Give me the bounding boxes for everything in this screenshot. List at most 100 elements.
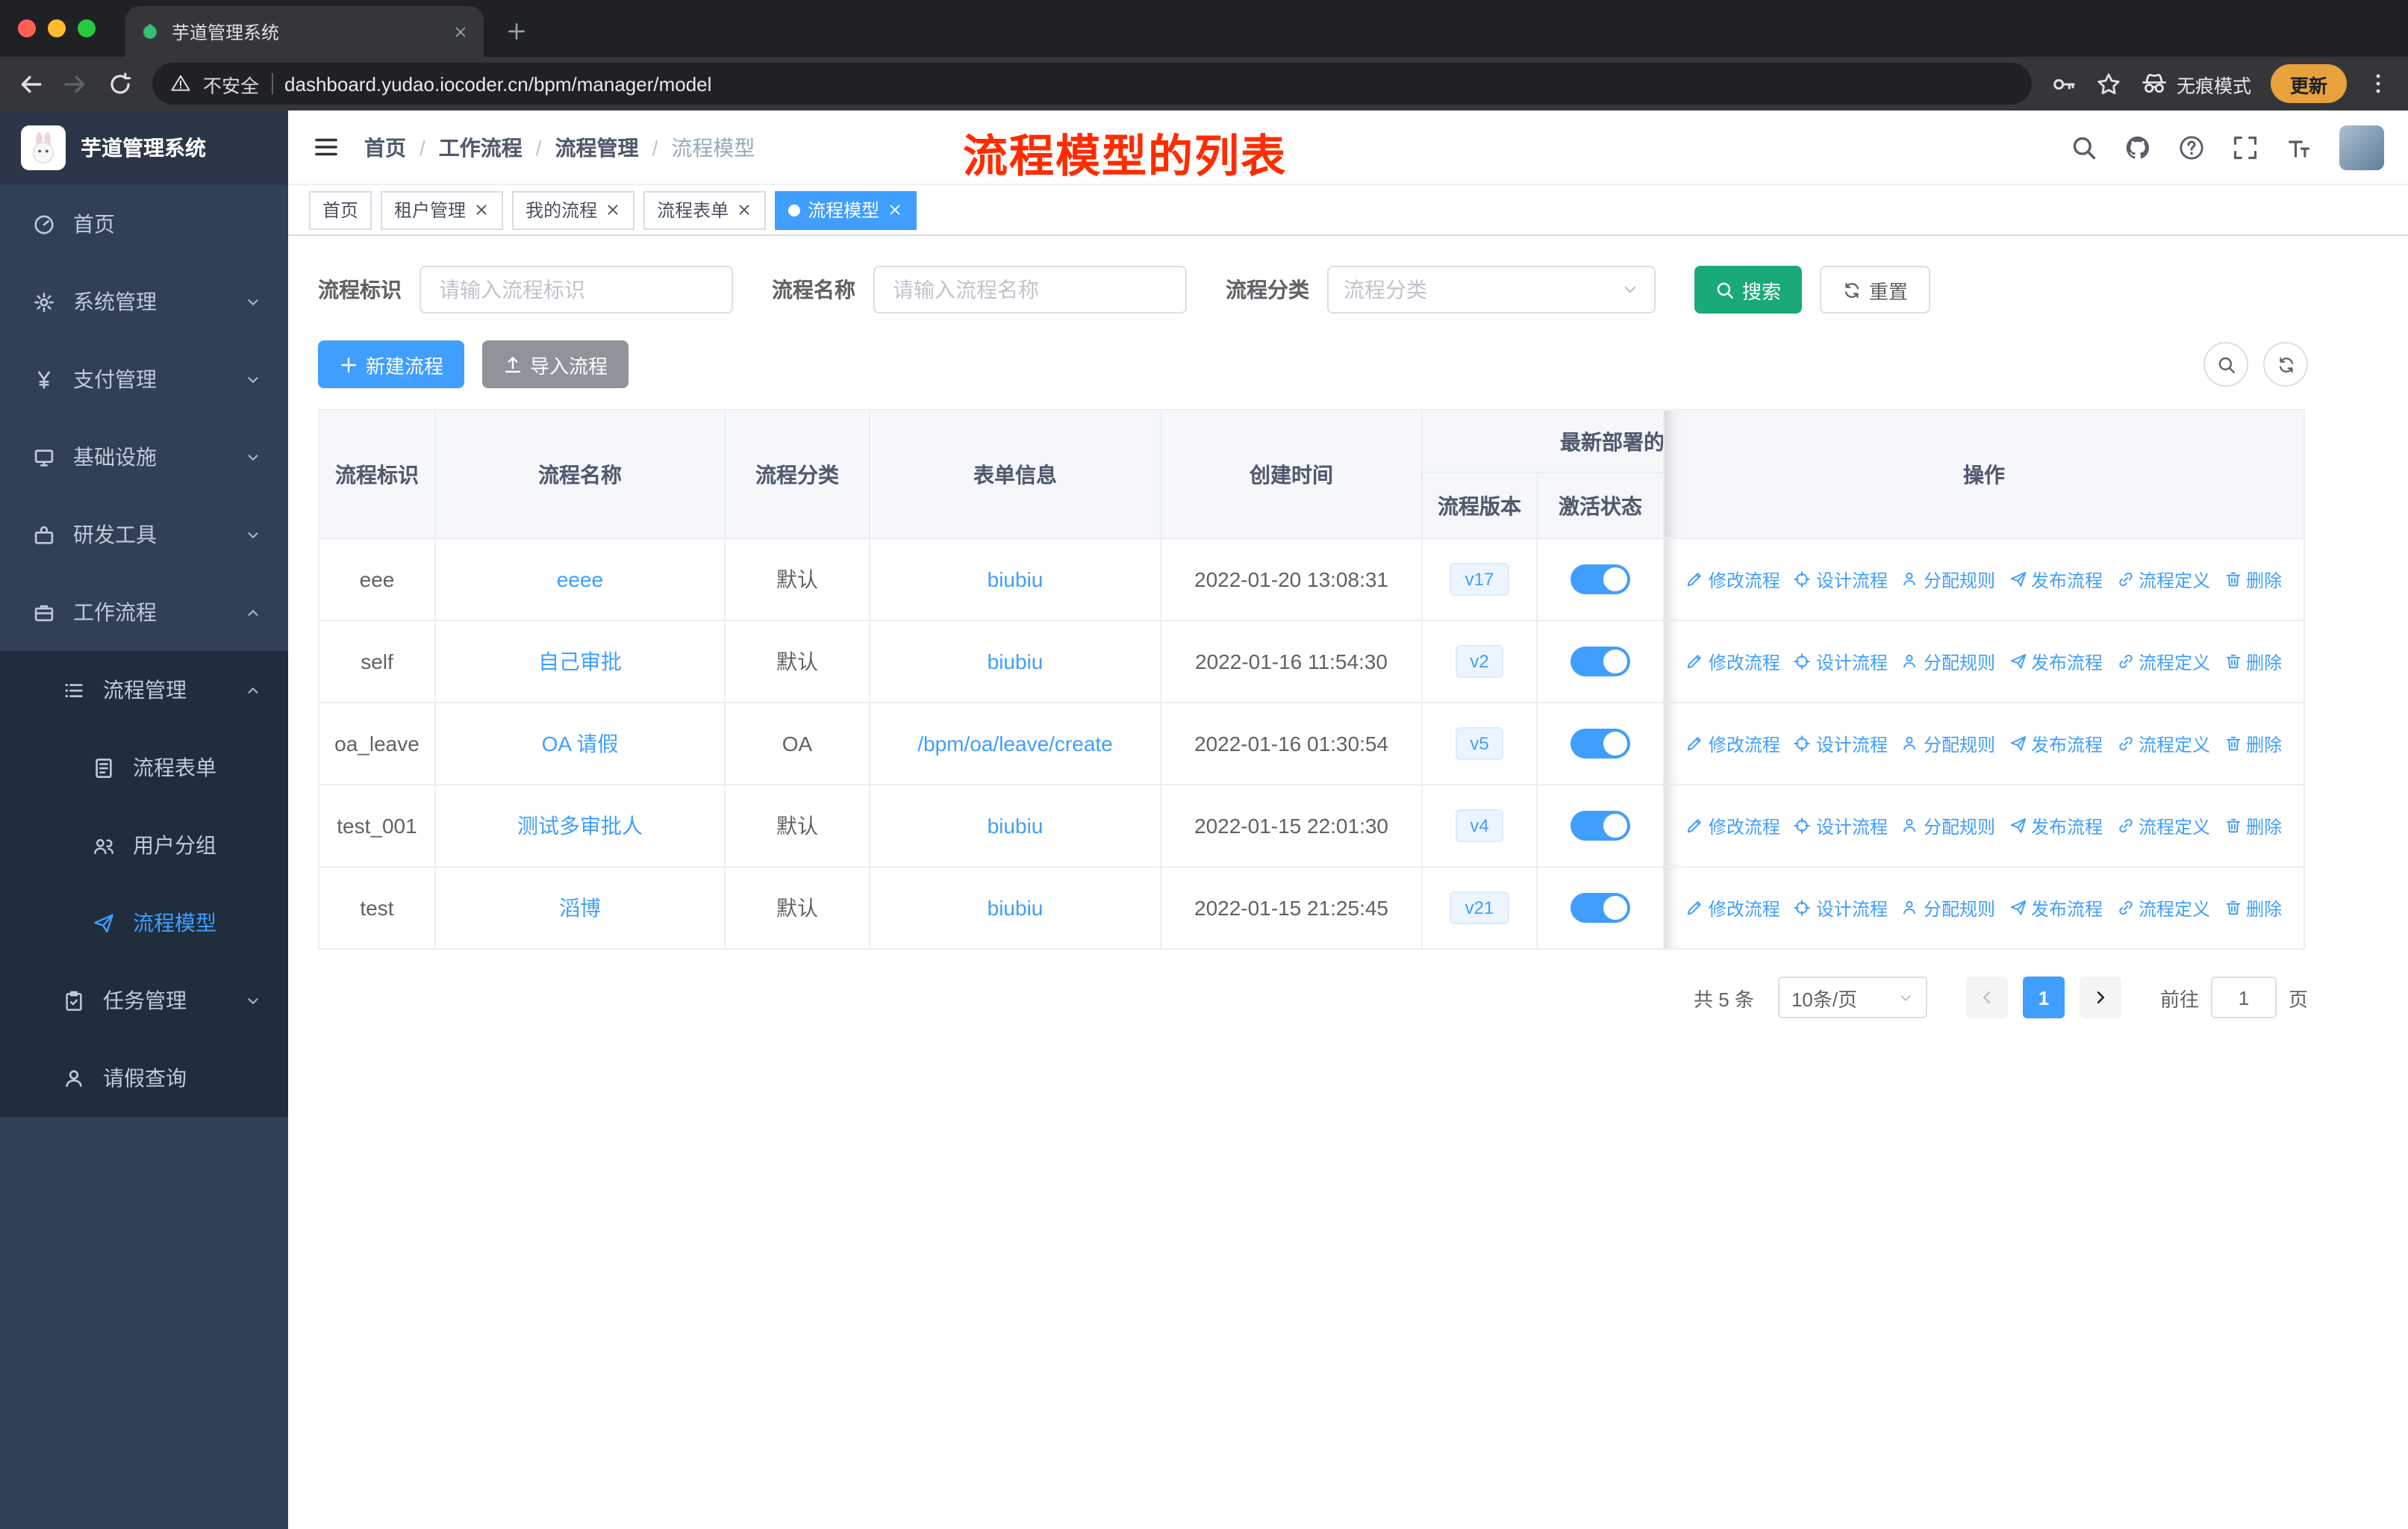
action-delete-link[interactable]: 删除 bbox=[2224, 567, 2282, 592]
action-definition-link[interactable]: 流程定义 bbox=[2116, 731, 2210, 756]
tags-view-tab[interactable]: 我的流程 bbox=[512, 190, 635, 229]
reload-button[interactable] bbox=[107, 71, 133, 96]
window-close-button[interactable] bbox=[18, 19, 36, 37]
sidebar-item-process-form[interactable]: 流程表单 bbox=[0, 729, 288, 806]
action-publish-link[interactable]: 发布流程 bbox=[2009, 895, 2103, 921]
password-manager-icon[interactable] bbox=[2051, 71, 2077, 96]
sidebar-item-task-manage[interactable]: 任务管理 bbox=[0, 962, 288, 1039]
bookmark-star-icon[interactable] bbox=[2096, 71, 2121, 96]
sidebar-item-home[interactable]: 首页 bbox=[0, 185, 288, 263]
action-assign-link[interactable]: 分配规则 bbox=[1901, 649, 1995, 674]
browser-menu-button[interactable] bbox=[2366, 72, 2390, 96]
action-design-link[interactable]: 设计流程 bbox=[1794, 813, 1888, 838]
breadcrumb-item[interactable]: 流程管理 bbox=[555, 132, 639, 162]
filter-name-input[interactable] bbox=[873, 266, 1187, 314]
action-assign-link[interactable]: 分配规则 bbox=[1901, 895, 1995, 921]
action-assign-link[interactable]: 分配规则 bbox=[1901, 731, 1995, 756]
tag-close-icon[interactable] bbox=[473, 202, 490, 218]
action-delete-link[interactable]: 删除 bbox=[2224, 813, 2282, 838]
tab-close-icon[interactable] bbox=[452, 23, 469, 40]
help-icon[interactable] bbox=[2178, 134, 2205, 161]
active-toggle[interactable] bbox=[1570, 647, 1630, 676]
filter-id-input[interactable] bbox=[419, 266, 733, 314]
forward-button[interactable] bbox=[63, 71, 88, 96]
action-design-link[interactable]: 设计流程 bbox=[1794, 731, 1888, 756]
action-delete-link[interactable]: 删除 bbox=[2224, 895, 2282, 921]
security-warning-icon[interactable] bbox=[170, 73, 191, 94]
action-definition-link[interactable]: 流程定义 bbox=[2116, 567, 2210, 592]
sidebar-item-process-manage[interactable]: 流程管理 bbox=[0, 651, 288, 729]
goto-page-input[interactable] bbox=[2210, 977, 2277, 1018]
action-modify-link[interactable]: 修改流程 bbox=[1686, 895, 1780, 921]
action-definition-link[interactable]: 流程定义 bbox=[2116, 895, 2210, 921]
action-publish-link[interactable]: 发布流程 bbox=[2009, 813, 2103, 838]
tags-view-tab[interactable]: 流程模型 bbox=[775, 190, 917, 229]
tag-close-icon[interactable] bbox=[605, 202, 621, 218]
toggle-search-button[interactable] bbox=[2203, 342, 2248, 387]
action-assign-link[interactable]: 分配规则 bbox=[1901, 813, 1995, 838]
sidebar-item-devtools[interactable]: 研发工具 bbox=[0, 496, 288, 573]
header-search-icon[interactable] bbox=[2071, 134, 2097, 161]
breadcrumb-item[interactable]: 首页 bbox=[364, 132, 406, 162]
action-delete-link[interactable]: 删除 bbox=[2224, 731, 2282, 756]
active-toggle[interactable] bbox=[1570, 564, 1630, 594]
action-modify-link[interactable]: 修改流程 bbox=[1686, 813, 1780, 838]
action-design-link[interactable]: 设计流程 bbox=[1794, 895, 1888, 921]
form-info-link[interactable]: /bpm/oa/leave/create bbox=[917, 732, 1113, 756]
active-toggle[interactable] bbox=[1570, 811, 1630, 841]
refresh-table-button[interactable] bbox=[2263, 342, 2308, 387]
model-name-link[interactable]: eeee bbox=[557, 567, 603, 591]
action-assign-link[interactable]: 分配规则 bbox=[1901, 567, 1995, 592]
form-info-link[interactable]: biubiu bbox=[988, 896, 1044, 920]
font-size-icon[interactable] bbox=[2286, 134, 2312, 161]
action-publish-link[interactable]: 发布流程 bbox=[2009, 567, 2103, 592]
active-toggle[interactable] bbox=[1570, 729, 1630, 759]
new-tab-button[interactable] bbox=[499, 13, 534, 49]
fullscreen-icon[interactable] bbox=[2232, 134, 2259, 161]
action-publish-link[interactable]: 发布流程 bbox=[2009, 731, 2103, 756]
sidebar-item-leave-query[interactable]: 请假查询 bbox=[0, 1039, 288, 1117]
app-logo[interactable]: 芋道管理系统 bbox=[0, 110, 288, 185]
action-publish-link[interactable]: 发布流程 bbox=[2009, 649, 2103, 674]
user-avatar[interactable] bbox=[2339, 125, 2384, 169]
page-number-button[interactable]: 1 bbox=[2022, 977, 2065, 1018]
sidebar-item-user-group[interactable]: 用户分组 bbox=[0, 806, 288, 884]
window-minimize-button[interactable] bbox=[48, 19, 66, 37]
action-design-link[interactable]: 设计流程 bbox=[1794, 567, 1888, 592]
model-name-link[interactable]: 测试多审批人 bbox=[517, 814, 643, 838]
tags-view-tab[interactable]: 租户管理 bbox=[381, 190, 504, 229]
form-info-link[interactable]: biubiu bbox=[988, 814, 1044, 838]
sidebar-item-payment[interactable]: 支付管理 bbox=[0, 340, 288, 418]
action-modify-link[interactable]: 修改流程 bbox=[1686, 649, 1780, 674]
model-name-link[interactable]: 滔博 bbox=[559, 896, 601, 920]
browser-tab[interactable]: 芋道管理系统 bbox=[125, 6, 484, 57]
tags-view-tab[interactable]: 流程表单 bbox=[643, 190, 767, 229]
sidebar-item-infra[interactable]: 基础设施 bbox=[0, 418, 288, 496]
next-page-button[interactable] bbox=[2079, 977, 2121, 1018]
tag-close-icon[interactable] bbox=[736, 202, 752, 218]
page-size-select[interactable]: 10条/页 bbox=[1777, 977, 1927, 1018]
search-button[interactable]: 搜索 bbox=[1694, 266, 1803, 314]
breadcrumb-item[interactable]: 工作流程 bbox=[439, 132, 523, 162]
action-modify-link[interactable]: 修改流程 bbox=[1686, 567, 1780, 592]
model-name-link[interactable]: OA 请假 bbox=[542, 732, 619, 756]
import-model-button[interactable]: 导入流程 bbox=[482, 340, 629, 388]
filter-category-select[interactable]: 流程分类 bbox=[1327, 266, 1656, 314]
sidebar-toggle-button[interactable] bbox=[312, 133, 340, 161]
form-info-link[interactable]: biubiu bbox=[988, 650, 1044, 673]
back-button[interactable] bbox=[18, 71, 43, 96]
create-model-button[interactable]: 新建流程 bbox=[318, 340, 465, 388]
prev-page-button[interactable] bbox=[1965, 977, 2008, 1018]
tag-close-icon[interactable] bbox=[887, 202, 903, 218]
window-zoom-button[interactable] bbox=[78, 19, 96, 37]
action-modify-link[interactable]: 修改流程 bbox=[1686, 731, 1780, 756]
action-definition-link[interactable]: 流程定义 bbox=[2116, 649, 2210, 674]
action-delete-link[interactable]: 删除 bbox=[2224, 649, 2282, 674]
sidebar-item-workflow[interactable]: 工作流程 bbox=[0, 573, 288, 651]
address-bar[interactable]: 不安全 dashboard.yudao.iocoder.cn/bpm/manag… bbox=[152, 63, 2032, 105]
reset-button[interactable]: 重置 bbox=[1820, 266, 1931, 314]
update-button[interactable]: 更新 bbox=[2270, 64, 2347, 103]
form-info-link[interactable]: biubiu bbox=[988, 567, 1044, 591]
sidebar-item-process-model[interactable]: 流程模型 bbox=[0, 884, 288, 962]
action-definition-link[interactable]: 流程定义 bbox=[2116, 813, 2210, 838]
